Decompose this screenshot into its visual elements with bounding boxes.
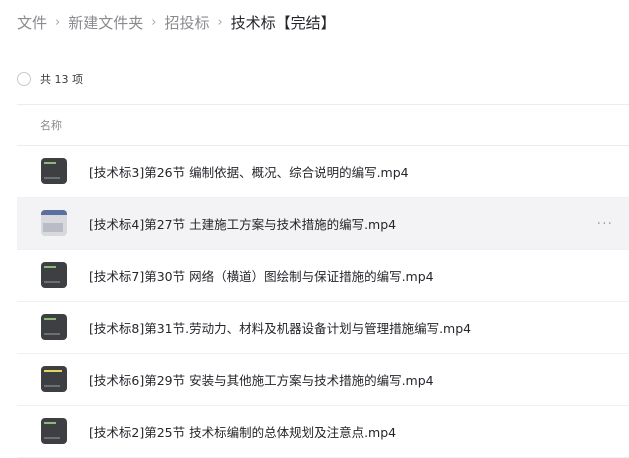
file-name[interactable]: [技术标4]第27节 土建施工方案与技术措施的编写.mp4 — [89, 214, 396, 233]
file-row[interactable]: [技术标2]第25节 技术标编制的总体规划及注意点.mp4 — [17, 406, 629, 458]
file-list: [技术标3]第26节 编制依据、概况、综合说明的编写.mp4 [技术标4]第27… — [17, 146, 629, 458]
file-name[interactable]: [技术标7]第30节 网络（横道）图绘制与保证措施的编写.mp4 — [89, 266, 434, 285]
file-name[interactable]: [技术标3]第26节 编制依据、概况、综合说明的编写.mp4 — [89, 162, 409, 181]
breadcrumb-item-bidding[interactable]: 招投标 — [164, 12, 209, 33]
file-name[interactable]: [技术标2]第25节 技术标编制的总体规划及注意点.mp4 — [89, 422, 396, 441]
chevron-right-icon: › — [55, 14, 61, 30]
breadcrumb-item-files[interactable]: 文件 — [17, 12, 47, 33]
file-summary: 共 13 项 — [17, 68, 83, 90]
video-thumbnail — [41, 314, 67, 340]
file-row[interactable]: [技术标3]第26节 编制依据、概况、综合说明的编写.mp4 — [17, 146, 629, 198]
select-all-checkbox[interactable] — [17, 72, 31, 86]
breadcrumb-item-new-folder[interactable]: 新建文件夹 — [68, 12, 143, 33]
more-options-icon[interactable]: ··· — [597, 216, 613, 232]
file-row[interactable]: [技术标8]第31节.劳动力、材料及机器设备计划与管理措施编写.mp4 — [17, 302, 629, 354]
item-count: 共 13 项 — [40, 73, 83, 86]
file-name[interactable]: [技术标8]第31节.劳动力、材料及机器设备计划与管理措施编写.mp4 — [89, 318, 471, 337]
chevron-right-icon: › — [151, 14, 157, 30]
breadcrumb: 文件 › 新建文件夹 › 招投标 › 技术标【完结】 — [17, 9, 336, 35]
file-row[interactable]: [技术标7]第30节 网络（横道）图绘制与保证措施的编写.mp4 — [17, 250, 629, 302]
file-row[interactable]: [技术标4]第27节 土建施工方案与技术措施的编写.mp4 ··· — [17, 198, 629, 250]
video-thumbnail — [41, 418, 67, 444]
file-name[interactable]: [技术标6]第29节 安装与其他施工方案与技术措施的编写.mp4 — [89, 370, 434, 389]
column-header-name[interactable]: 名称 — [40, 117, 62, 133]
video-thumbnail — [41, 366, 67, 392]
video-thumbnail — [41, 158, 67, 184]
breadcrumb-current-folder: 技术标【完结】 — [230, 13, 336, 32]
divider — [17, 104, 629, 105]
video-thumbnail — [41, 210, 67, 236]
video-thumbnail — [41, 262, 67, 288]
file-row[interactable]: [技术标6]第29节 安装与其他施工方案与技术措施的编写.mp4 — [17, 354, 629, 406]
chevron-right-icon: › — [217, 14, 223, 30]
